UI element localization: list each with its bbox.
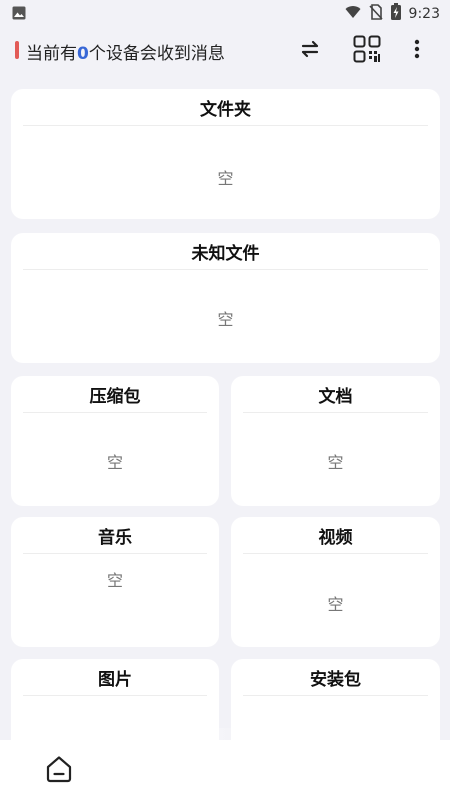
card-title: 视频 <box>318 528 353 548</box>
no-sim-icon <box>368 3 383 24</box>
home-button[interactable] <box>44 754 74 788</box>
more-button[interactable] <box>404 38 430 64</box>
image-icon <box>12 5 26 24</box>
card-title: 压缩包 <box>89 387 141 407</box>
battery-charging-icon <box>390 3 401 24</box>
more-vert-icon <box>414 39 420 63</box>
status-bar: 9:23 <box>0 0 450 24</box>
title-suffix: 个设备会收到消息 <box>88 44 225 64</box>
device-count: 0 <box>77 44 89 64</box>
card-divider <box>23 695 207 696</box>
card-divider <box>23 125 428 126</box>
accent-bar <box>15 41 19 59</box>
card-divider <box>23 412 207 413</box>
qr-code-button[interactable] <box>352 35 382 67</box>
empty-label: 空 <box>106 571 123 590</box>
card-title: 文件夹 <box>200 100 251 120</box>
swap-icon <box>299 40 321 62</box>
card-title: 文档 <box>318 387 353 407</box>
card-title: 安装包 <box>310 670 361 690</box>
card-archives[interactable]: 压缩包 空 <box>11 376 219 506</box>
home-icon <box>44 756 74 788</box>
qr-code-icon <box>353 35 381 67</box>
wifi-icon <box>345 4 361 23</box>
header: 当前有0个设备会收到消息 <box>0 34 450 68</box>
title-prefix: 当前有 <box>26 44 77 64</box>
swap-button[interactable] <box>297 38 323 64</box>
empty-label: 空 <box>327 595 344 614</box>
empty-label: 空 <box>217 310 234 329</box>
bottom-nav <box>0 740 450 800</box>
card-title: 未知文件 <box>191 244 260 264</box>
empty-label: 空 <box>106 453 123 472</box>
card-folder[interactable]: 文件夹 空 <box>11 89 440 219</box>
status-time: 9:23 <box>408 5 440 22</box>
card-unknown-files[interactable]: 未知文件 空 <box>11 233 440 363</box>
card-title: 音乐 <box>98 528 132 548</box>
card-music[interactable]: 音乐 空 <box>11 517 219 647</box>
card-divider <box>243 553 428 554</box>
card-divider <box>23 553 207 554</box>
card-divider <box>23 269 428 270</box>
card-videos[interactable]: 视频 空 <box>231 517 440 647</box>
card-divider <box>243 695 428 696</box>
card-divider <box>243 412 428 413</box>
card-documents[interactable]: 文档 空 <box>231 376 440 506</box>
empty-label: 空 <box>327 453 344 472</box>
card-title: 图片 <box>98 670 132 690</box>
empty-label: 空 <box>217 169 234 188</box>
page-title: 当前有0个设备会收到消息 <box>26 39 225 64</box>
